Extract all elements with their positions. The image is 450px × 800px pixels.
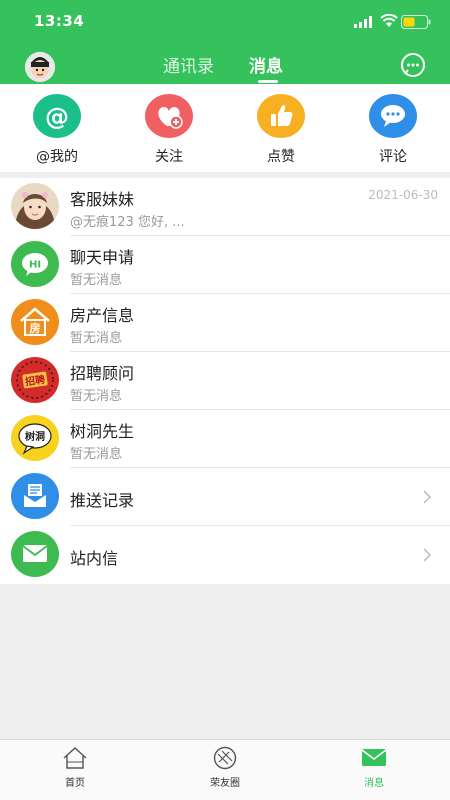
list-item-inbox[interactable]: 站内信 [0,526,450,584]
signal-icon [354,16,372,28]
quick-label-follow: 关注 [155,149,183,165]
quick-label-likes: 点赞 [267,149,295,165]
list-item-tree-hole[interactable]: 树洞 树洞先生 暂无消息 [0,410,450,468]
list-item-recruitment[interactable]: 招聘 招聘顾问 暂无消息 [0,352,450,410]
bottom-tab-bar: 首页 荣友圈 消息 [0,739,450,800]
chevron-right-icon [423,490,432,504]
quick-action-follow[interactable]: 关注 [129,84,209,172]
quick-label-comments: 评论 [379,149,407,165]
row-title: 招聘顾问 [70,364,135,383]
svg-text:HI: HI [29,260,41,271]
tabbar-messages[interactable]: 消息 [333,746,413,794]
wifi-icon [380,14,398,27]
tabbar-label-home: 首页 [65,778,85,789]
message-icon [361,749,387,766]
at-icon: @ [33,94,81,138]
tabbar-circle[interactable]: 荣友圈 [184,746,264,794]
active-tab-indicator [258,80,278,83]
quick-action-mentions[interactable]: @ @我的 [17,84,97,172]
nav-bar: 通讯录 消息 [0,44,450,84]
list-item-push-records[interactable]: 推送记录 [0,468,450,526]
row-preview: 暂无消息 [70,389,123,404]
mail-icon [11,531,59,577]
status-bar: 13:34 [0,0,450,44]
chevron-right-icon [423,548,432,562]
list-item-property[interactable]: 房 房产信息 暂无消息 [0,294,450,352]
house-badge-text: 房 [30,321,41,335]
tab-contacts[interactable]: 通讯录 [163,52,214,77]
hi-chat-icon: HI [11,241,59,287]
row-title: 树洞先生 [70,422,135,441]
circle-icon [213,746,237,770]
home-icon [63,747,87,769]
message-list: 客服妹妹 @无痕123 您好, ... 2021-06-30 HI 聊天申请 暂… [0,178,450,584]
recruit-icon: 招聘 [11,357,59,403]
row-title: 站内信 [70,549,119,568]
push-record-icon [11,473,59,519]
tree-hole-badge-text: 树洞 [25,430,45,443]
house-icon: 房 [11,299,59,345]
row-preview: @无痕123 您好, ... [70,215,185,230]
row-timestamp: 2021-06-30 [368,188,438,202]
list-item-chat-request[interactable]: HI 聊天申请 暂无消息 [0,236,450,294]
thumbs-up-icon [257,94,305,138]
row-preview: 暂无消息 [70,447,123,462]
chat-bubble-icon[interactable] [400,52,426,78]
svg-text:@: @ [45,103,69,131]
row-title: 推送记录 [70,491,135,510]
row-title: 聊天申请 [70,248,135,267]
row-preview: 暂无消息 [70,273,123,288]
list-item-customer-service[interactable]: 客服妹妹 @无痕123 您好, ... 2021-06-30 [0,178,450,236]
battery-icon [401,15,431,29]
row-preview: 暂无消息 [70,331,123,346]
quick-action-likes[interactable]: 点赞 [241,84,321,172]
quick-actions: @ @我的 关注 点赞 评论 [0,84,450,172]
quick-label-mentions: @我的 [36,149,78,165]
tree-hole-icon: 树洞 [11,415,59,461]
tab-messages[interactable]: 消息 [249,52,283,77]
tabbar-home[interactable]: 首页 [34,746,114,794]
service-avatar [11,183,59,229]
quick-action-comments[interactable]: 评论 [353,84,433,172]
row-title: 房产信息 [70,306,135,325]
tabbar-label-messages: 消息 [364,778,384,789]
user-avatar[interactable] [25,52,55,82]
comment-icon [369,94,417,138]
heart-plus-icon [145,94,193,138]
tabbar-label-circle: 荣友圈 [210,778,240,789]
status-time: 13:34 [34,12,85,30]
app-header: 13:34 通讯录 消息 [0,0,450,84]
row-title: 客服妹妹 [70,190,135,209]
